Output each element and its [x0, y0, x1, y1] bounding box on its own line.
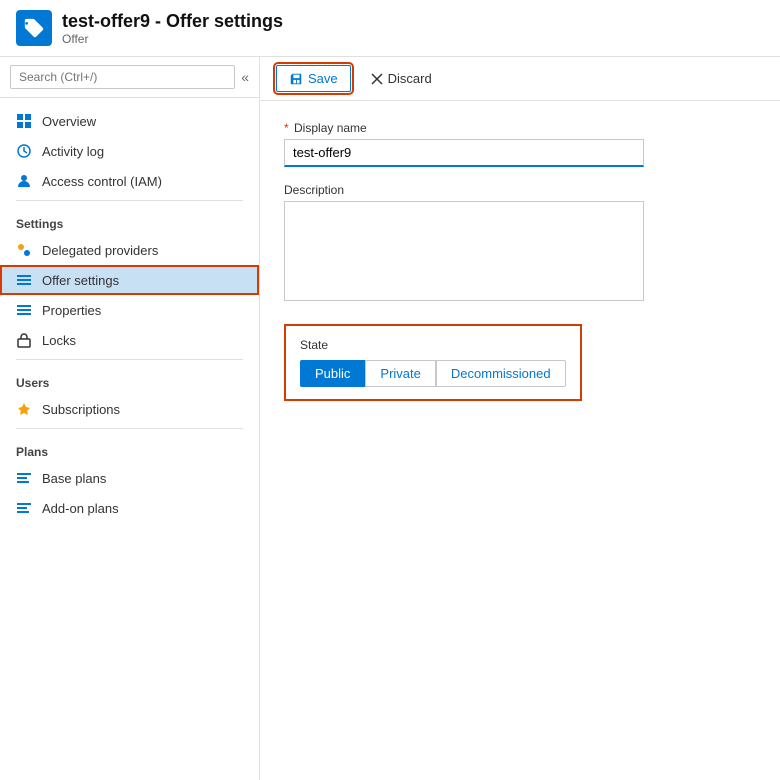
- page-title: test-offer9 - Offer settings: [62, 11, 283, 32]
- offer-icon: [16, 10, 52, 46]
- sidebar-item-activity-log-label: Activity log: [42, 144, 104, 159]
- state-section: State Public Private Decommissioned: [284, 324, 582, 401]
- discard-label: Discard: [388, 71, 432, 86]
- sidebar-item-addon-plans[interactable]: Add-on plans: [0, 493, 259, 523]
- sidebar-item-overview-label: Overview: [42, 114, 96, 129]
- sidebar-search-area: «: [0, 57, 259, 98]
- sidebar-item-activity-log[interactable]: Activity log: [0, 136, 259, 166]
- form-area: * Display name Description State Public …: [260, 101, 780, 780]
- offer-svg-icon: [23, 17, 45, 39]
- activity-icon: [16, 143, 32, 159]
- iam-icon: [16, 173, 32, 189]
- sidebar: « Overview Activity log Access contr: [0, 57, 260, 780]
- content-area: Save Discard * Display name Description …: [260, 57, 780, 780]
- sidebar-nav: Overview Activity log Access control (IA…: [0, 98, 259, 531]
- required-star: *: [284, 121, 289, 135]
- plans-section-label: Plans: [0, 433, 259, 463]
- display-name-input[interactable]: [284, 139, 644, 167]
- state-btn-public[interactable]: Public: [300, 360, 365, 387]
- sidebar-item-access-control-label: Access control (IAM): [42, 174, 162, 189]
- state-buttons-group: Public Private Decommissioned: [300, 360, 566, 387]
- search-input[interactable]: [10, 65, 235, 89]
- sidebar-item-subscriptions-label: Subscriptions: [42, 402, 120, 417]
- save-button[interactable]: Save: [276, 65, 351, 92]
- users-section-label: Users: [0, 364, 259, 394]
- sidebar-item-delegated-label: Delegated providers: [42, 243, 158, 258]
- sidebar-item-addon-plans-label: Add-on plans: [42, 501, 119, 516]
- sidebar-item-locks[interactable]: Locks: [0, 325, 259, 355]
- toolbar: Save Discard: [260, 57, 780, 101]
- sidebar-item-base-plans-label: Base plans: [42, 471, 106, 486]
- display-name-field-label: * Display name: [284, 121, 756, 135]
- description-textarea[interactable]: [284, 201, 644, 301]
- page-subtitle: Offer: [62, 32, 283, 46]
- save-icon: [289, 72, 303, 86]
- sidebar-item-properties[interactable]: Properties: [0, 295, 259, 325]
- header-text-group: test-offer9 - Offer settings Offer: [62, 11, 283, 46]
- addon-plans-icon: [16, 500, 32, 516]
- sidebar-item-subscriptions[interactable]: Subscriptions: [0, 394, 259, 424]
- sidebar-divider-1: [16, 200, 243, 201]
- state-btn-private[interactable]: Private: [365, 360, 435, 387]
- description-field-label: Description: [284, 183, 756, 197]
- sidebar-item-overview[interactable]: Overview: [0, 106, 259, 136]
- display-name-label-text: Display name: [294, 121, 367, 135]
- sidebar-item-offer-settings-label: Offer settings: [42, 273, 119, 288]
- sidebar-item-offer-settings[interactable]: Offer settings: [0, 265, 259, 295]
- properties-icon: [16, 302, 32, 318]
- main-layout: « Overview Activity log Access contr: [0, 57, 780, 780]
- state-label: State: [300, 338, 566, 352]
- overview-icon: [16, 113, 32, 129]
- settings-section-label: Settings: [0, 205, 259, 235]
- subscriptions-icon: [16, 401, 32, 417]
- sidebar-item-access-control[interactable]: Access control (IAM): [0, 166, 259, 196]
- sidebar-divider-2: [16, 359, 243, 360]
- sidebar-divider-3: [16, 428, 243, 429]
- offer-settings-icon: [16, 272, 32, 288]
- discard-icon: [371, 73, 383, 85]
- sidebar-item-locks-label: Locks: [42, 333, 76, 348]
- sidebar-item-base-plans[interactable]: Base plans: [0, 463, 259, 493]
- page-header: test-offer9 - Offer settings Offer: [0, 0, 780, 57]
- discard-button[interactable]: Discard: [359, 66, 444, 91]
- sidebar-item-properties-label: Properties: [42, 303, 101, 318]
- save-label: Save: [308, 71, 338, 86]
- delegated-icon: [16, 242, 32, 258]
- base-plans-icon: [16, 470, 32, 486]
- collapse-button[interactable]: «: [241, 69, 249, 85]
- state-btn-decommissioned[interactable]: Decommissioned: [436, 360, 566, 387]
- sidebar-item-delegated-providers[interactable]: Delegated providers: [0, 235, 259, 265]
- locks-icon: [16, 332, 32, 348]
